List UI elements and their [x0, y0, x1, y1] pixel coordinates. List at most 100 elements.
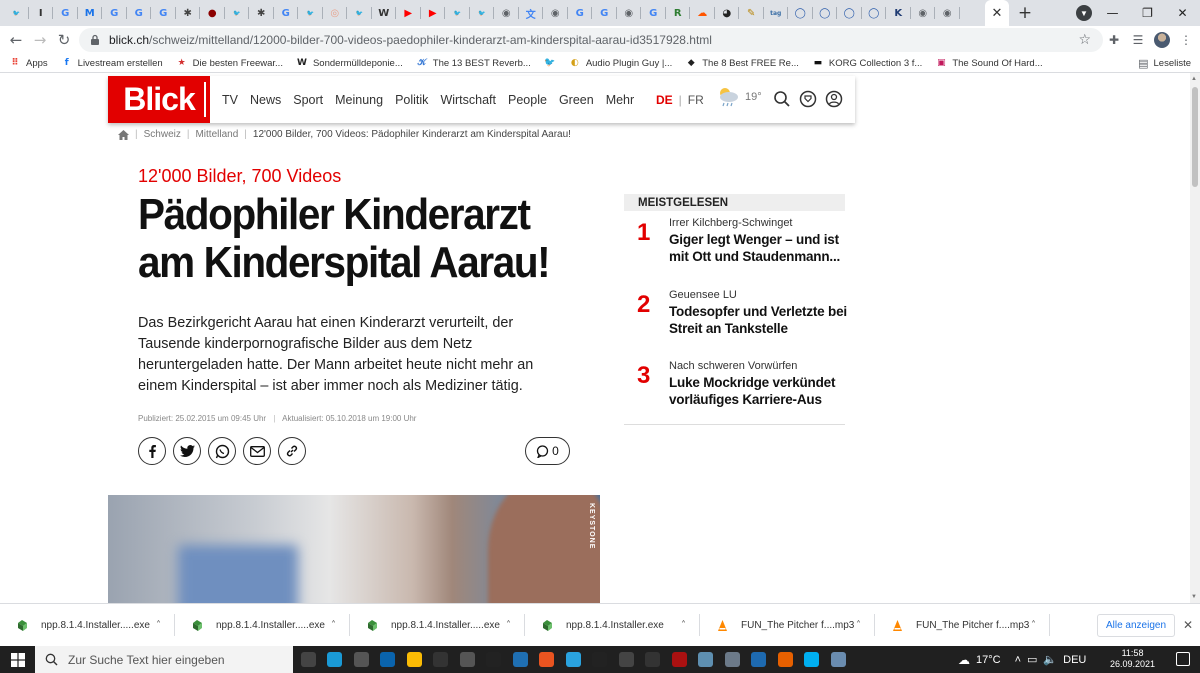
- download-item[interactable]: FUN_The Pitcher f....mp3 ˄: [700, 604, 875, 647]
- chevron-up-icon[interactable]: ˄: [156, 620, 161, 631]
- share-link-icon[interactable]: [278, 437, 306, 465]
- browser-tab[interactable]: 🐦: [445, 0, 470, 26]
- comments-button[interactable]: 0: [525, 437, 570, 465]
- mail-icon[interactable]: [375, 646, 402, 673]
- tab-search-icon[interactable]: ▼: [1076, 5, 1092, 21]
- bookmark-star-icon[interactable]: ☆: [1078, 31, 1091, 48]
- browser-tab[interactable]: ◉: [617, 0, 642, 26]
- browser-tab[interactable]: W: [372, 0, 397, 26]
- browser-tab[interactable]: G: [568, 0, 593, 26]
- browser-tab[interactable]: ◯: [788, 0, 813, 26]
- browser-tab[interactable]: tag: [764, 0, 789, 26]
- browser-tab[interactable]: ◉: [494, 0, 519, 26]
- download-item[interactable]: npp.8.1.4.Installer.exe ˄: [525, 604, 700, 647]
- download-item[interactable]: npp.8.1.4.Installer.....exe ˄: [350, 604, 525, 647]
- restore-button[interactable]: ❐: [1130, 0, 1165, 26]
- share-twitter-icon[interactable]: [173, 437, 201, 465]
- breadcrumb-mittelland[interactable]: Mittelland: [195, 129, 238, 140]
- bookmark-item[interactable]: ◆ The 8 Best FREE Re...: [685, 57, 799, 69]
- browser-tab[interactable]: 🐦: [470, 0, 495, 26]
- share-email-icon[interactable]: [243, 437, 271, 465]
- browser-tab[interactable]: 文: [519, 0, 544, 26]
- menu-icon[interactable]: ⋮: [1177, 31, 1195, 49]
- chevron-up-icon[interactable]: ˄: [1031, 620, 1036, 631]
- back-button[interactable]: ←: [4, 28, 28, 52]
- app-icon[interactable]: [693, 646, 720, 673]
- nav-item-sport[interactable]: Sport: [293, 93, 323, 107]
- browser-tab[interactable]: 🐦: [225, 0, 250, 26]
- start-button[interactable]: [0, 646, 35, 673]
- bookmark-item[interactable]: 🐦: [544, 57, 556, 69]
- browser-tab[interactable]: ✱: [176, 0, 201, 26]
- address-bar[interactable]: blick.ch/schweiz/mittelland/12000-bilder…: [79, 28, 1103, 52]
- browser-tab[interactable]: ✱: [249, 0, 274, 26]
- browser-tab[interactable]: ◎: [323, 0, 348, 26]
- nav-item-green[interactable]: Green: [559, 93, 594, 107]
- clock[interactable]: 11:58 26.09.2021: [1110, 648, 1155, 670]
- browser-tab[interactable]: G: [102, 0, 127, 26]
- download-item[interactable]: npp.8.1.4.Installer.....exe ˄: [175, 604, 350, 647]
- nav-item-meinung[interactable]: Meinung: [335, 93, 383, 107]
- store-icon[interactable]: [348, 646, 375, 673]
- edge-icon[interactable]: [322, 646, 349, 673]
- lang-fr[interactable]: FR: [688, 93, 704, 107]
- volume-icon[interactable]: 🔈: [1043, 653, 1057, 666]
- skype-icon[interactable]: [799, 646, 826, 673]
- nav-item-tv[interactable]: TV: [222, 93, 238, 107]
- weather-widget[interactable]: 19°: [715, 85, 762, 109]
- bookmark-item[interactable]: W Sondermülldeponie...: [296, 57, 403, 69]
- minimize-button[interactable]: —: [1095, 0, 1130, 26]
- chrome-icon[interactable]: [401, 646, 428, 673]
- app-icon[interactable]: [825, 646, 852, 673]
- reading-list[interactable]: ▤ Leseliste: [1138, 54, 1191, 72]
- bookmark-item[interactable]: ▣ The Sound Of Hard...: [935, 57, 1043, 69]
- browser-tab[interactable]: ▶: [421, 0, 446, 26]
- browser-tab[interactable]: ◉: [543, 0, 568, 26]
- browser-tab[interactable]: G: [274, 0, 299, 26]
- network-icon[interactable]: ▭: [1027, 653, 1037, 666]
- nav-item-politik[interactable]: Politik: [395, 93, 428, 107]
- telegram-icon[interactable]: [560, 646, 587, 673]
- user-icon[interactable]: [825, 90, 843, 108]
- media-icon[interactable]: ☰: [1129, 31, 1147, 49]
- browser-tab[interactable]: ◉: [911, 0, 936, 26]
- scroll-up-icon[interactable]: ▲: [1191, 76, 1197, 82]
- article-hero-image[interactable]: KEYSTONE: [108, 495, 600, 603]
- close-window-button[interactable]: ✕: [1165, 0, 1200, 26]
- virtualbox-icon[interactable]: [719, 646, 746, 673]
- browser-tab[interactable]: G: [592, 0, 617, 26]
- browser-tab[interactable]: ☁: [690, 0, 715, 26]
- browser-tab[interactable]: ◯: [862, 0, 887, 26]
- search-icon[interactable]: [773, 90, 791, 108]
- nav-item-wirtschaft[interactable]: Wirtschaft: [440, 93, 496, 107]
- browser-tab[interactable]: 🐦: [4, 0, 29, 26]
- home-icon[interactable]: [118, 129, 129, 140]
- close-downloads-icon[interactable]: ✕: [1183, 618, 1193, 632]
- notifications-icon[interactable]: [1176, 652, 1190, 666]
- app-icon[interactable]: [428, 646, 455, 673]
- browser-tab[interactable]: ◉: [935, 0, 960, 26]
- close-tab-icon[interactable]: ✕: [985, 0, 1009, 26]
- app-icon[interactable]: [746, 646, 773, 673]
- task-view-icon[interactable]: [295, 646, 322, 673]
- blick-logo[interactable]: Blick: [108, 76, 210, 123]
- nav-item-people[interactable]: People: [508, 93, 547, 107]
- share-whatsapp-icon[interactable]: [208, 437, 236, 465]
- bookmark-item[interactable]: ◐ Audio Plugin Guy |...: [569, 57, 672, 69]
- nav-item-news[interactable]: News: [250, 93, 281, 107]
- app-icon[interactable]: [454, 646, 481, 673]
- browser-tab[interactable]: G: [53, 0, 78, 26]
- browser-tab[interactable]: R: [666, 0, 691, 26]
- browser-tab[interactable]: I: [29, 0, 54, 26]
- meistgelesen-item[interactable]: 2 Geuensee LU Todesopfer und Verletzte bei…: [624, 289, 847, 345]
- browser-tab[interactable]: ◯: [837, 0, 862, 26]
- app-icon[interactable]: [640, 646, 667, 673]
- meistgelesen-item[interactable]: 1 Irrer Kilchberg-Schwinget Giger legt Wen…: [624, 217, 845, 273]
- taskbar-search[interactable]: Zur Suche Text hier eingeben: [35, 646, 293, 673]
- meistgelesen-item[interactable]: 3 Nach schweren Vorwürfen Luke Mockridge v…: [624, 360, 845, 416]
- browser-tab[interactable]: G: [127, 0, 152, 26]
- plus-shield-icon[interactable]: [799, 90, 817, 108]
- weather-cloud-icon[interactable]: ☁: [958, 653, 970, 667]
- browser-tab[interactable]: ◯: [813, 0, 838, 26]
- live-icon[interactable]: [481, 646, 508, 673]
